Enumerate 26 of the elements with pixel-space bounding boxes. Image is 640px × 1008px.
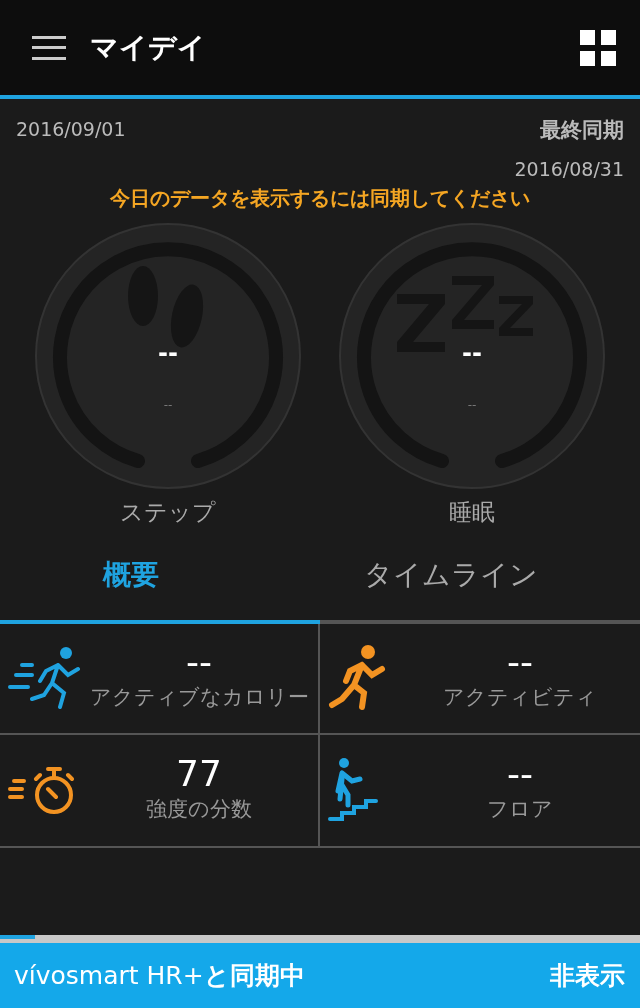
gauge-label: ステップ — [120, 498, 216, 527]
stat-label: フロア — [487, 796, 553, 824]
gauge-label: 睡眠 — [449, 498, 495, 527]
stat-value: -- — [186, 642, 212, 683]
gauge-value: -- — [461, 341, 483, 365]
sync-message: vívosmart HR+と同期中 — [14, 959, 305, 992]
stopwatch-icon — [8, 765, 74, 815]
tab[interactable]: 概要 — [90, 545, 171, 604]
date-text: 2016/09/01 — [16, 117, 126, 142]
gauge-subvalue: -- — [162, 399, 174, 411]
last-sync-label: 最終同期 — [540, 117, 624, 144]
stat-label: アクティビティ — [443, 684, 597, 712]
tab[interactable]: タイムライン — [351, 545, 550, 604]
last-sync-date: 2016/08/31 — [514, 156, 624, 182]
stat-label: アクティブなカロリー — [89, 684, 309, 712]
menu-icon[interactable] — [32, 35, 66, 60]
stat-value: -- — [507, 754, 533, 795]
screen-title: マイデイ — [90, 29, 207, 66]
gauge-subvalue: -- — [466, 399, 478, 411]
stat-value: 77 — [176, 754, 222, 795]
gauge-value: -- — [157, 341, 179, 365]
stat-value: -- — [507, 642, 533, 683]
sync-notice: 今日のデータを表示するには同期してください — [109, 185, 531, 212]
grid-icon[interactable] — [580, 29, 616, 66]
stairs-icon — [328, 757, 378, 823]
stat-label: 強度の分数 — [146, 796, 252, 824]
